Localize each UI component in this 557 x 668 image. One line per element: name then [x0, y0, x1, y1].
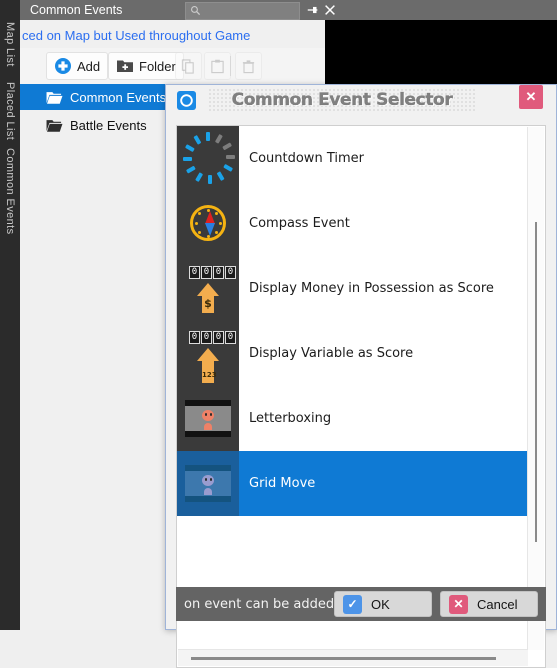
- list-item-label: Grid Move: [249, 476, 316, 491]
- list-item[interactable]: Compass Event: [177, 191, 529, 256]
- panel-description-link[interactable]: ced on Map but Used throughout Game: [22, 25, 325, 47]
- add-button[interactable]: Add: [46, 52, 109, 80]
- ok-button-label: OK: [371, 596, 390, 612]
- vertical-scrollbar-thumb[interactable]: [535, 222, 537, 542]
- cancel-button[interactable]: ✕ Cancel: [440, 591, 538, 617]
- list-item-label: Display Money in Possession as Score: [249, 281, 494, 296]
- rail-tab-map-list[interactable]: Map List: [0, 22, 20, 67]
- panel-titlebar: Common Events: [20, 0, 335, 20]
- close-icon[interactable]: [323, 3, 337, 17]
- list-item[interactable]: Letterboxing: [177, 386, 529, 451]
- list-item-label: Countdown Timer: [249, 151, 364, 166]
- common-event-selector-dialog: Common Event Selector ✕ Countdown Timer …: [165, 84, 557, 668]
- add-button-label: Add: [77, 58, 101, 74]
- folder-button[interactable]: Folder: [108, 52, 184, 80]
- folder-plus-icon: [117, 60, 133, 72]
- panel-toolbar: Add Folder: [20, 48, 325, 84]
- paste-button[interactable]: [204, 52, 231, 80]
- rail-tab-placed-list[interactable]: Placed List: [0, 82, 20, 140]
- search-icon: [191, 6, 201, 16]
- trash-icon: [242, 59, 255, 73]
- list-item-label: Letterboxing: [249, 411, 332, 426]
- tree-item-common-events[interactable]: Common Events: [20, 84, 180, 110]
- footer-note: on event can be added tha: [184, 596, 334, 612]
- search-input[interactable]: [185, 2, 300, 20]
- rail-tab-common-events[interactable]: Common Events: [0, 148, 20, 235]
- list-item-label: Compass Event: [249, 216, 350, 231]
- list-item[interactable]: 0 0 0 0 $ Display Money in Possession as…: [177, 256, 529, 321]
- list-item[interactable]: Countdown Timer: [177, 126, 529, 191]
- copy-button[interactable]: [175, 52, 202, 80]
- cancel-button-label: Cancel: [477, 596, 518, 612]
- plus-circle-icon: [55, 58, 71, 74]
- list-item[interactable]: Grid Move: [177, 451, 529, 516]
- countdown-timer-icon: [177, 126, 239, 191]
- copy-icon: [181, 58, 194, 74]
- panel-title-text: Common Events: [30, 3, 123, 17]
- letterbox-icon: [177, 386, 239, 451]
- list-item-label: Display Variable as Score: [249, 346, 414, 361]
- paste-icon: [211, 59, 224, 73]
- tree-item-label: Common Events: [70, 89, 167, 105]
- horizontal-scrollbar[interactable]: [178, 649, 528, 666]
- horizontal-scrollbar-thumb[interactable]: [191, 657, 496, 660]
- vertical-tab-rail: Map List Placed List Common Events: [0, 0, 20, 630]
- toolbar-separator: [230, 56, 231, 76]
- grid-move-icon: [177, 451, 239, 516]
- event-list-inner: Countdown Timer Compass Event 0 0 0 0 $ …: [177, 126, 529, 516]
- money-score-icon: 0 0 0 0 $: [177, 256, 239, 321]
- dialog-footer: on event can be added tha ✓ OK ✕ Cancel: [176, 587, 546, 621]
- tree-item-label: Battle Events: [70, 117, 147, 133]
- dialog-close-button[interactable]: ✕: [519, 85, 543, 109]
- list-item[interactable]: 0 0 0 0 123 Display Variable as Score: [177, 321, 529, 386]
- folder-icon: [46, 91, 63, 104]
- folder-icon: [46, 119, 63, 132]
- variable-score-icon: 0 0 0 0 123: [177, 321, 239, 386]
- vertical-scrollbar[interactable]: [527, 127, 544, 650]
- folder-button-label: Folder: [139, 58, 176, 74]
- pin-icon[interactable]: [306, 3, 320, 17]
- compass-icon: [177, 191, 239, 256]
- editor-topbar: [325, 0, 557, 20]
- editor-root: Map List Placed List Common Events Commo…: [0, 0, 557, 668]
- cross-icon: ✕: [449, 594, 468, 614]
- dialog-title: Common Event Selector: [208, 88, 476, 112]
- delete-button[interactable]: [235, 52, 262, 80]
- check-icon: ✓: [343, 594, 362, 614]
- ok-button[interactable]: ✓ OK: [334, 591, 432, 617]
- gear-icon: [177, 91, 196, 110]
- dialog-titlebar: Common Event Selector ✕: [166, 85, 556, 115]
